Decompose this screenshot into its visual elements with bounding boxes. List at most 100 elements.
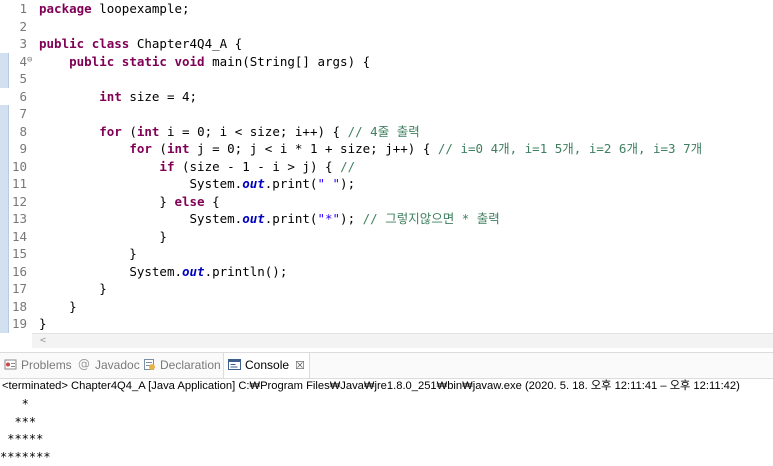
keyword: package (39, 1, 92, 16)
output-line: ***** (0, 431, 43, 449)
tab-label: Declaration (160, 358, 221, 372)
line-number: 18 (0, 298, 27, 316)
line-number: 13 (0, 210, 27, 228)
indent (39, 89, 99, 104)
code-line[interactable]: System.out.print(" "); (39, 175, 355, 193)
code-text: ( (152, 141, 167, 156)
tab-javadoc[interactable]: @ Javadoc (78, 353, 140, 378)
code-line[interactable]: public class Chapter4Q4_A { (39, 35, 242, 53)
code-text: ); (340, 211, 363, 226)
console-status-line: <terminated> Chapter4Q4_A [Java Applicat… (2, 378, 773, 394)
static-field: out (182, 264, 205, 279)
string-literal: " " (317, 176, 340, 191)
code-text: j = 0; j < i * 1 + size; j++) { (190, 141, 438, 156)
code-text: System. (190, 211, 243, 226)
keyword: void (174, 54, 204, 69)
code-line[interactable]: for (int j = 0; j < i * 1 + size; j++) {… (39, 140, 702, 158)
tab-declaration[interactable]: Declaration (143, 353, 221, 378)
line-number: 9 (0, 140, 27, 158)
keyword: class (92, 36, 130, 51)
code-text: { (205, 194, 220, 209)
code-line[interactable]: package loopexample; (39, 0, 190, 18)
keyword: else (174, 194, 204, 209)
code-line[interactable]: } (39, 298, 77, 316)
code-comment: // 4줄 출력 (348, 124, 420, 139)
line-number: 5 (0, 70, 27, 88)
indent (39, 264, 129, 279)
scroll-left-icon[interactable]: < (40, 335, 46, 346)
tab-label: Console (245, 358, 289, 372)
code-line[interactable]: } else { (39, 193, 220, 211)
code-line[interactable]: } (39, 245, 137, 263)
line-number: 19 (0, 315, 27, 333)
code-text: ( (122, 124, 137, 139)
code-line[interactable]: } (39, 315, 47, 333)
code-text: System. (190, 176, 243, 191)
code-text: size = 4; (122, 89, 197, 104)
keyword: int (137, 124, 160, 139)
keyword: public (39, 36, 84, 51)
code-line[interactable]: System.out.print("*"); // 그렇지않으면 * 출력 (39, 210, 500, 228)
console-output[interactable]: * *** ***** ******* (0, 394, 773, 465)
line-number: 2 (0, 18, 27, 36)
code-text: System. (129, 264, 182, 279)
tab-label: Javadoc (95, 358, 140, 372)
code-line[interactable]: System.out.println(); (39, 263, 287, 281)
code-text: (size - 1 - i > j) { (174, 159, 340, 174)
code-text: .print( (265, 176, 318, 191)
code-text: main(String[] args) { (205, 54, 371, 69)
string-literal: "*" (317, 211, 340, 226)
line-number: 6 (0, 88, 27, 106)
code-line[interactable]: int size = 4; (39, 88, 197, 106)
indent (39, 141, 129, 156)
code-text: loopexample; (92, 1, 190, 16)
code-line[interactable]: } (39, 280, 107, 298)
code-line[interactable]: if (size - 1 - i > j) { // (39, 158, 355, 176)
fold-collapse-icon[interactable]: ⊖ (27, 55, 32, 65)
code-line[interactable]: for (int i = 0; i < size; i++) { // 4줄 출… (39, 123, 420, 141)
code-text: ); (340, 176, 355, 191)
line-number: 7 (0, 105, 27, 123)
keyword: int (99, 89, 122, 104)
code-comment: // (340, 159, 355, 174)
problems-icon (4, 358, 17, 371)
line-number: 3 (0, 35, 27, 53)
line-number: 10 (0, 158, 27, 176)
code-text: i = 0; i < size; i++) { (159, 124, 347, 139)
close-icon[interactable]: ☒ (295, 360, 305, 372)
static-field: out (242, 176, 265, 191)
tab-problems[interactable]: Problems (4, 353, 72, 378)
code-text: .println(); (205, 264, 288, 279)
keyword: int (167, 141, 190, 156)
tab-console[interactable]: Console ☒ (223, 353, 310, 378)
static-field: out (242, 211, 265, 226)
line-number: 8 (0, 123, 27, 141)
javadoc-icon: @ (78, 358, 91, 371)
code-editor[interactable]: 1 2 3 4 ⊖ 5 6 7 8 9 10 11 12 13 14 15 16… (0, 0, 773, 349)
line-number: 1 (0, 0, 27, 18)
line-number: 15 (0, 245, 27, 263)
line-number: 4 (0, 53, 27, 71)
keyword: for (99, 124, 122, 139)
line-number: 11 (0, 175, 27, 193)
code-comment: // 그렇지않으면 * 출력 (363, 211, 500, 226)
output-line: * (0, 396, 29, 414)
code-comment: // i=0 4개, i=1 5개, i=2 6개, i=3 7개 (438, 141, 702, 156)
indent (39, 211, 190, 226)
indent (39, 124, 99, 139)
code-line[interactable]: } (39, 228, 167, 246)
horizontal-scrollbar[interactable]: < (32, 333, 773, 348)
indent (39, 54, 69, 69)
line-number: 12 (0, 193, 27, 211)
declaration-icon (143, 358, 156, 371)
output-line: *** (0, 414, 36, 432)
keyword: for (129, 141, 152, 156)
indent (39, 159, 159, 174)
indent (39, 176, 190, 191)
line-number: 16 (0, 263, 27, 281)
line-number: 17 (0, 280, 27, 298)
output-line: ******* (0, 449, 51, 466)
keyword: if (159, 159, 174, 174)
code-line[interactable]: public static void main(String[] args) { (39, 53, 370, 71)
line-number-gutter: 1 2 3 4 ⊖ 5 6 7 8 9 10 11 12 13 14 15 16… (0, 0, 32, 333)
